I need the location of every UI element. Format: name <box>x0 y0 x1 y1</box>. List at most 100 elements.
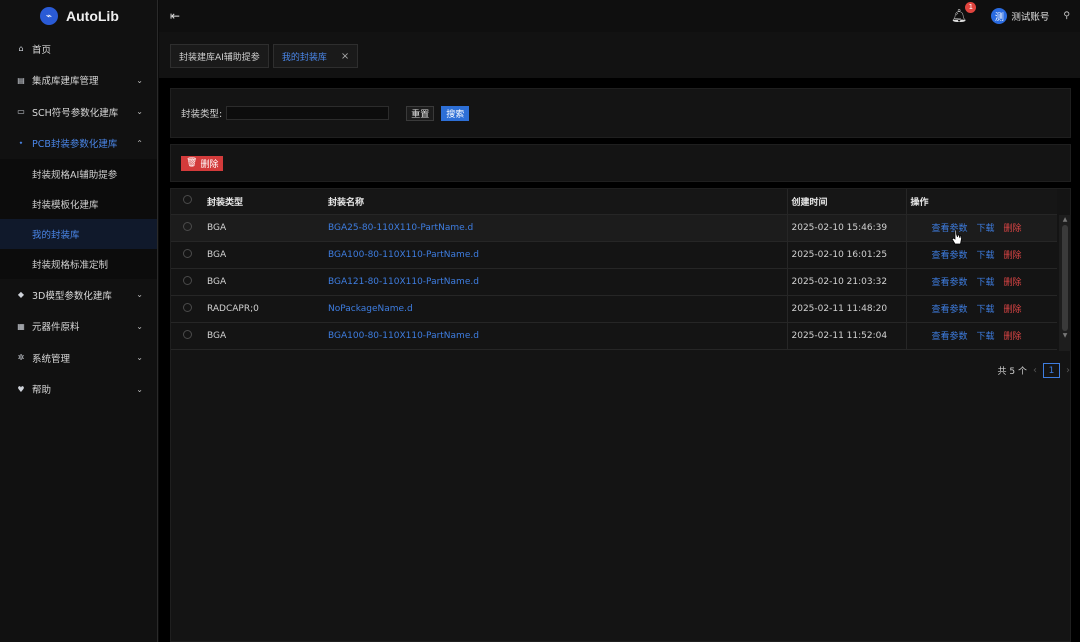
search-panel: 封装类型: 重置 搜索 <box>170 88 1071 138</box>
sidebar-subitem-label: 封装规格AI辅助提参 <box>32 170 118 181</box>
row-select-radio[interactable] <box>183 275 192 285</box>
chevron-down-icon: ⌄ <box>136 384 143 394</box>
table-row[interactable]: RADCAPR;0 NoPackageName.d 2025-02-11 11:48… <box>171 295 1057 323</box>
sidebar-item-3d[interactable]: ◆ 3D模型参数化建库 ⌄ <box>0 279 157 311</box>
sidebar-item-help[interactable]: ♥ 帮助 ⌄ <box>0 374 157 406</box>
row-select-radio[interactable] <box>183 329 192 339</box>
sidebar-item-label: 帮助 <box>32 385 52 397</box>
chevron-down-icon: ⌄ <box>136 107 143 117</box>
sidebar-item-sch[interactable]: ▭ SCH符号参数化建库 ⌄ <box>0 96 157 128</box>
notification-bell-icon[interactable]: 🔔︎ 1 <box>951 1 977 24</box>
next-page-icon[interactable]: › <box>1066 365 1070 376</box>
menu-collapse-icon[interactable]: ⇤ <box>170 9 182 23</box>
table-row[interactable]: BGA BGA25-80-110X110-PartName.d 2025-02-10… <box>171 214 1057 242</box>
view-params-link[interactable]: 查看参数 <box>932 275 968 288</box>
download-link[interactable]: 下载 <box>977 275 995 288</box>
download-link[interactable]: 下载 <box>977 248 995 261</box>
table-row[interactable]: BGA BGA100-80-110X110-PartName.d 2025-02-1… <box>171 241 1057 269</box>
cube-icon: ◆ <box>17 290 25 300</box>
tab-bar: 封装建库AI辅助提参 我的封装库 × <box>159 32 1080 78</box>
sidebar-item-system[interactable]: ✲ 系统管理 ⌄ <box>0 342 157 374</box>
cell-name-link[interactable]: BGA121-80-110X110-PartName.d <box>328 277 479 287</box>
cell-time: 2025-02-10 21:03:32 <box>786 268 906 296</box>
sidebar-subitem-label: 我的封装库 <box>32 230 80 241</box>
view-params-link[interactable]: 查看参数 <box>932 302 968 315</box>
cell-time: 2025-02-11 11:52:04 <box>786 322 906 350</box>
table-header-row: 封装类型 封装名称 创建时间 操作 <box>171 189 1057 215</box>
gear-icon: ✲ <box>17 353 25 363</box>
pcb-icon: ⬩ <box>19 138 23 148</box>
chevron-down-icon: ⌄ <box>136 290 143 300</box>
scroll-down-icon[interactable]: ▼ <box>1059 331 1071 341</box>
search-button[interactable]: 搜索 <box>441 105 470 121</box>
sidebar: ⌁ AutoLib ⌂ 首页 ▤ 集成库建库管理 ⌄ ▭ SCH符号参数化建库 … <box>0 0 158 642</box>
sidebar-item-label: PCB封装参数化建库 <box>32 139 118 151</box>
row-select-radio[interactable] <box>183 302 192 312</box>
sidebar-item-label: SCH符号参数化建库 <box>32 107 119 119</box>
app-name: AutoLib <box>66 8 119 24</box>
action-panel: 🗑︎ 删除 <box>170 144 1071 182</box>
delete-link[interactable]: 删除 <box>1004 302 1022 315</box>
tab-label: 封装建库AI辅助提参 <box>179 52 260 63</box>
select-all-radio[interactable] <box>183 195 192 205</box>
tab-my-library[interactable]: 我的封装库 × <box>272 44 359 68</box>
cell-name-link[interactable]: BGA25-80-110X110-PartName.d <box>328 223 473 233</box>
sidebar-item-label: 集成库建库管理 <box>32 76 99 88</box>
view-params-link[interactable]: 查看参数 <box>932 329 968 342</box>
scrollbar-thumb[interactable] <box>1062 225 1068 331</box>
sidebar-subitem-label: 封装规格标准定制 <box>32 260 109 271</box>
table-panel: 封装类型 封装名称 创建时间 操作 BGA BGA25-80-110X110-Pa… <box>170 188 1071 642</box>
heart-icon: ♥ <box>17 384 25 394</box>
sidebar-subitem-ai-extract[interactable]: 封装规格AI辅助提参 <box>0 159 157 189</box>
header-time[interactable]: 创建时间 <box>786 189 906 215</box>
page-number[interactable]: 1 <box>1043 363 1060 378</box>
table-scrollbar[interactable]: ▲ ▼ <box>1059 215 1071 351</box>
sidebar-item-pcb[interactable]: ⬩ PCB封装参数化建库 ⌃ <box>0 128 157 160</box>
row-select-radio[interactable] <box>183 221 192 231</box>
download-link[interactable]: 下载 <box>977 329 995 342</box>
app-logo[interactable]: ⌁ AutoLib <box>0 0 157 32</box>
delete-link[interactable]: 删除 <box>1004 221 1022 234</box>
download-link[interactable]: 下载 <box>977 302 995 315</box>
reset-button[interactable]: 重置 <box>406 105 435 121</box>
sidebar-menu: ⌂ 首页 ▤ 集成库建库管理 ⌄ ▭ SCH符号参数化建库 ⌄ ⬩ PCB封装参… <box>0 33 157 405</box>
table-row[interactable]: BGA BGA100-80-110X110-PartName.d 2025-02-1… <box>171 322 1057 350</box>
scroll-up-icon[interactable]: ▲ <box>1059 215 1071 225</box>
sidebar-item-integrated-lib[interactable]: ▤ 集成库建库管理 ⌄ <box>0 65 157 97</box>
download-link[interactable]: 下载 <box>977 221 995 234</box>
chevron-down-icon: ⌄ <box>136 75 143 85</box>
sidebar-subitem-standard[interactable]: 封装规格标准定制 <box>0 249 157 279</box>
sidebar-item-components[interactable]: ▦ 元器件原料 ⌄ <box>0 311 157 343</box>
notification-badge: 1 <box>965 1 977 13</box>
delete-button[interactable]: 🗑︎ 删除 <box>181 155 224 171</box>
header-name[interactable]: 封装名称 <box>324 189 787 215</box>
row-select-radio[interactable] <box>183 248 192 258</box>
delete-link[interactable]: 删除 <box>1004 275 1022 288</box>
top-bar-right: 🔔︎ 1 测 测试账号 ⚲ <box>951 1 1080 24</box>
prev-page-icon[interactable]: ‹ <box>1033 365 1037 376</box>
sidebar-item-home[interactable]: ⌂ 首页 <box>0 33 157 65</box>
sidebar-subitem-template[interactable]: 封装模板化建库 <box>0 189 157 219</box>
pagination-total: 共 5 个 <box>997 367 1027 377</box>
package-type-input[interactable] <box>226 106 390 120</box>
delete-link[interactable]: 删除 <box>1004 329 1022 342</box>
cell-name-link[interactable]: BGA100-80-110X110-PartName.d <box>328 331 479 341</box>
cell-name-link[interactable]: NoPackageName.d <box>328 304 413 314</box>
chip-icon: ▤ <box>17 75 25 85</box>
view-params-link[interactable]: 查看参数 <box>932 248 968 261</box>
table-row[interactable]: BGA BGA121-80-110X110-PartName.d 2025-02-1… <box>171 268 1057 296</box>
delete-link[interactable]: 删除 <box>1004 248 1022 261</box>
chevron-up-icon: ⌃ <box>136 138 143 148</box>
close-icon[interactable]: × <box>341 51 349 62</box>
avatar[interactable]: 测 <box>991 8 1008 24</box>
tab-ai-extract[interactable]: 封装建库AI辅助提参 <box>170 44 269 68</box>
user-name[interactable]: 测试账号 <box>1011 9 1049 23</box>
cell-name-link[interactable]: BGA100-80-110X110-PartName.d <box>328 250 479 260</box>
user-menu-icon[interactable]: ⚲ <box>1063 11 1070 21</box>
logo-icon: ⌁ <box>40 7 58 25</box>
package-table: 封装类型 封装名称 创建时间 操作 BGA BGA25-80-110X110-Pa… <box>171 189 1057 350</box>
header-type[interactable]: 封装类型 <box>203 189 324 215</box>
sidebar-subitem-my-library[interactable]: 我的封装库 <box>0 219 157 249</box>
package-type-label: 封装类型: <box>181 109 223 120</box>
cell-time: 2025-02-10 16:01:25 <box>786 241 906 269</box>
